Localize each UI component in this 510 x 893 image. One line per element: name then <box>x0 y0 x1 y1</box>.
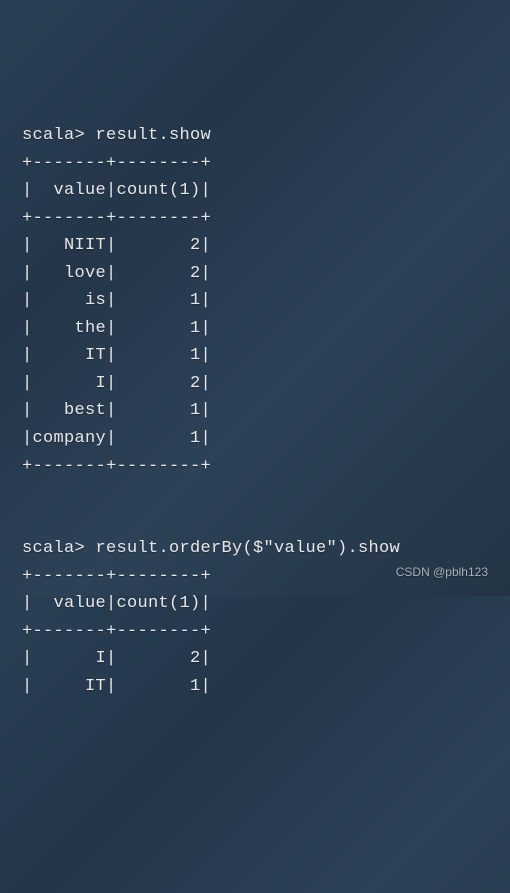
line-11: |company| 1| <box>22 429 211 448</box>
line-12: +-------+--------+ <box>22 457 211 476</box>
line-7: | the| 1| <box>22 319 211 338</box>
line-15: scala> result.orderBy($"value").show <box>22 539 400 558</box>
line-3: +-------+--------+ <box>22 209 211 228</box>
line-16: +-------+--------+ <box>22 567 211 586</box>
line-18: +-------+--------+ <box>22 622 211 641</box>
line-1: +-------+--------+ <box>22 154 211 173</box>
watermark: CSDN @pblh123 <box>396 563 488 582</box>
line-9: | I| 2| <box>22 374 211 393</box>
line-4: | NIIT| 2| <box>22 236 211 255</box>
line-5: | love| 2| <box>22 264 211 283</box>
line-6: | is| 1| <box>22 291 211 310</box>
line-20: | IT| 1| <box>22 677 211 696</box>
line-2: | value|count(1)| <box>22 181 211 200</box>
line-0: scala> result.show <box>22 126 211 145</box>
terminal-output: scala> result.show +-------+--------+ | … <box>22 122 488 700</box>
line-8: | IT| 1| <box>22 346 211 365</box>
line-19: | I| 2| <box>22 649 211 668</box>
line-10: | best| 1| <box>22 401 211 420</box>
line-17: | value|count(1)| <box>22 594 211 613</box>
